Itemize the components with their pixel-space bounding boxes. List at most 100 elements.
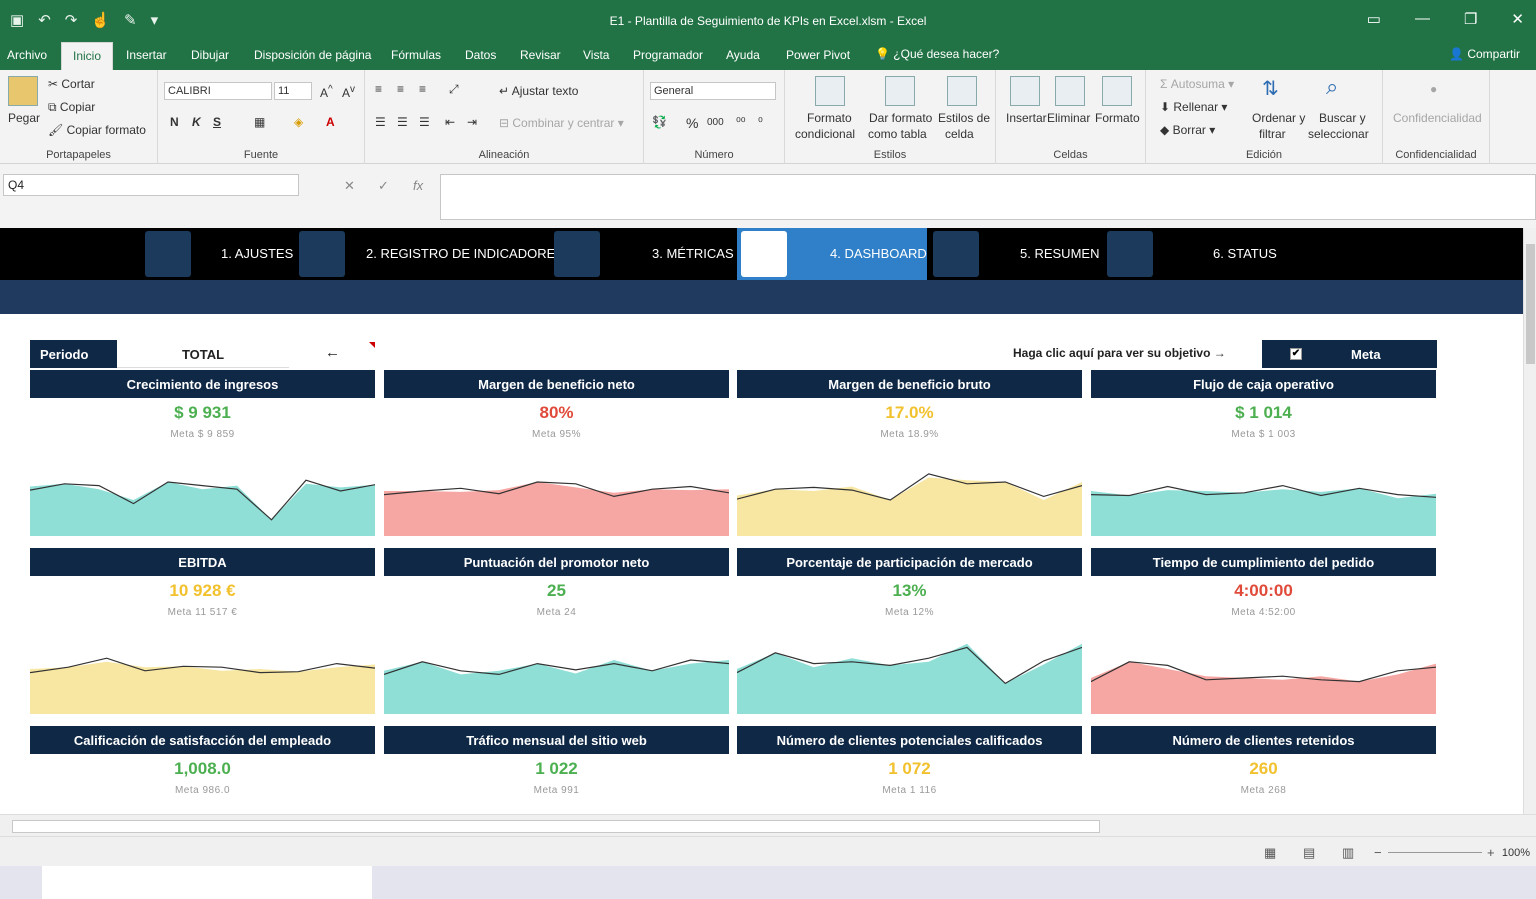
cancel-icon[interactable]: ✕ — [344, 178, 355, 194]
normal-view-icon[interactable]: ▦ — [1264, 845, 1276, 861]
cell-styles-label-1[interactable]: Estilos de — [938, 111, 990, 125]
find-select-label-1[interactable]: Buscar y — [1319, 111, 1366, 125]
wrap-text-button[interactable]: ↵ Ajustar texto — [499, 84, 578, 98]
find-select-icon[interactable]: ⌕ — [1326, 74, 1338, 100]
number-format-select[interactable]: General — [650, 82, 776, 100]
nav-resumen[interactable]: 5. RESUMEN — [929, 228, 1101, 280]
restore-icon[interactable]: ❐ — [1464, 10, 1477, 28]
ribbon-display-icon[interactable]: ▭ — [1367, 10, 1381, 28]
align-left-icon[interactable]: ☰ — [375, 115, 386, 129]
insert-function-icon[interactable]: fx — [413, 178, 423, 193]
tab-formulas[interactable]: Fórmulas — [391, 48, 441, 62]
align-center-icon[interactable]: ☰ — [397, 115, 408, 129]
font-size-select[interactable]: 11 — [274, 82, 312, 100]
formula-input[interactable] — [440, 174, 1536, 220]
align-right-icon[interactable]: ☰ — [419, 115, 430, 129]
tab-vista[interactable]: Vista — [583, 48, 609, 62]
cell-styles-label-2[interactable]: celda — [945, 127, 974, 141]
format-table-label-2[interactable]: como tabla — [868, 127, 927, 141]
sort-filter-label-2[interactable]: filtrar — [1259, 127, 1286, 141]
close-icon[interactable]: ✕ — [1511, 10, 1524, 28]
align-top-icon[interactable]: ≡ — [375, 82, 382, 96]
sort-filter-icon[interactable]: ⇅ — [1262, 76, 1279, 101]
share-button[interactable]: 👤 Compartir — [1449, 47, 1520, 61]
zoom-level[interactable]: 100% — [1502, 847, 1530, 859]
cond-format-label-2[interactable]: condicional — [795, 127, 855, 141]
shrink-font-icon[interactable]: Av — [342, 84, 355, 100]
conditional-format-icon[interactable] — [815, 76, 845, 106]
autosum-button[interactable]: Σ Autosuma ▾ — [1160, 77, 1234, 91]
zoom-slider[interactable] — [1388, 852, 1482, 853]
tab-inicio[interactable]: Inicio — [61, 42, 114, 70]
tab-dibujar[interactable]: Dibujar — [191, 48, 229, 62]
format-as-table-icon[interactable] — [885, 76, 915, 106]
confidentiality-button[interactable]: Confidencialidad — [1393, 111, 1482, 125]
cond-format-label-1[interactable]: Formato — [807, 111, 852, 125]
format-table-label-1[interactable]: Dar formato — [869, 111, 932, 125]
tab-archivo[interactable]: Archivo — [7, 48, 47, 62]
periodo-select[interactable]: TOTAL — [117, 340, 289, 368]
grow-font-icon[interactable]: A^ — [320, 84, 333, 100]
fill-button[interactable]: ⬇ Rellenar ▾ — [1160, 100, 1227, 114]
paste-button[interactable]: Pegar — [8, 111, 40, 125]
orientation-icon[interactable]: ⤢ — [449, 82, 459, 97]
find-select-label-2[interactable]: seleccionar — [1308, 127, 1369, 141]
fill-color-icon[interactable]: ◈ — [294, 115, 303, 129]
underline-button[interactable]: S — [213, 115, 221, 129]
borders-icon[interactable]: ▦ — [254, 115, 265, 129]
horizontal-scroll-thumb[interactable] — [12, 820, 1100, 833]
nav-registro[interactable]: 2. REGISTRO DE INDICADORES — [295, 228, 564, 280]
paste-icon[interactable] — [8, 76, 38, 106]
horizontal-scrollbar[interactable] — [0, 814, 1536, 836]
thousands-button[interactable]: 000 — [707, 117, 724, 128]
delete-cells-icon[interactable] — [1055, 76, 1085, 106]
cell-styles-icon[interactable] — [947, 76, 977, 106]
nav-dashboard[interactable]: 4. DASHBOARD — [737, 228, 927, 280]
font-name-select[interactable]: CALIBRI — [164, 82, 272, 100]
tell-me-search[interactable]: 💡 ¿Qué desea hacer? — [875, 47, 999, 61]
increase-decimal-icon[interactable]: ⁰⁰ — [736, 115, 746, 129]
italic-button[interactable]: K — [192, 115, 201, 129]
tab-insertar[interactable]: Insertar — [126, 48, 167, 62]
minimize-icon[interactable]: — — [1415, 10, 1430, 28]
insert-cells-button[interactable]: Insertar — [1006, 111, 1047, 125]
tab-ayuda[interactable]: Ayuda — [726, 48, 760, 62]
clear-button[interactable]: ◆ Borrar ▾ — [1160, 123, 1215, 137]
decrease-indent-icon[interactable]: ⇤ — [445, 115, 455, 129]
meta-checkbox[interactable]: ✔ — [1290, 348, 1302, 360]
vertical-scroll-thumb[interactable] — [1526, 244, 1535, 364]
tab-revisar[interactable]: Revisar — [520, 48, 561, 62]
enter-icon[interactable]: ✓ — [378, 178, 389, 194]
decrease-decimal-icon[interactable]: ⁰ — [758, 115, 763, 129]
page-break-icon[interactable]: ▥ — [1342, 845, 1354, 861]
nav-metricas[interactable]: 3. MÉTRICAS — [550, 228, 735, 280]
font-color-icon[interactable]: A — [326, 115, 335, 129]
zoom-out-icon[interactable]: − — [1374, 845, 1382, 860]
format-painter-button[interactable]: 🖌 Copiar formato — [48, 123, 146, 137]
align-bottom-icon[interactable]: ≡ — [419, 82, 426, 96]
increase-indent-icon[interactable]: ⇥ — [467, 115, 477, 129]
nav-status[interactable]: 6. STATUS — [1103, 228, 1280, 280]
page-layout-icon[interactable]: ▤ — [1303, 845, 1315, 861]
bold-button[interactable]: N — [170, 115, 179, 129]
nav-ajustes[interactable]: 1. AJUSTES — [141, 228, 293, 280]
currency-icon[interactable]: 💱 — [652, 115, 667, 129]
zoom-in-icon[interactable]: + — [1487, 845, 1495, 860]
percent-button[interactable]: % — [686, 115, 698, 131]
merge-center-button[interactable]: ⊟ Combinar y centrar ▾ — [499, 116, 624, 130]
format-cells-icon[interactable] — [1102, 76, 1132, 106]
cut-button[interactable]: ✂ Cortar — [48, 77, 95, 91]
back-arrow-icon[interactable]: ← — [325, 344, 340, 361]
meta-toggle[interactable]: ✔ Meta — [1262, 340, 1437, 368]
name-box[interactable]: Q4 — [3, 174, 299, 196]
format-cells-button[interactable]: Formato — [1095, 111, 1140, 125]
delete-cells-button[interactable]: Eliminar — [1047, 111, 1090, 125]
tab-datos[interactable]: Datos — [465, 48, 496, 62]
vertical-scrollbar[interactable] — [1523, 228, 1536, 814]
insert-cells-icon[interactable] — [1010, 76, 1040, 106]
tab-programador[interactable]: Programador — [633, 48, 703, 62]
align-middle-icon[interactable]: ≡ — [397, 82, 404, 96]
tab-disposicion[interactable]: Disposición de página — [254, 48, 371, 62]
tab-power-pivot[interactable]: Power Pivot — [786, 48, 850, 62]
copy-button[interactable]: ⧉ Copiar — [48, 100, 95, 115]
